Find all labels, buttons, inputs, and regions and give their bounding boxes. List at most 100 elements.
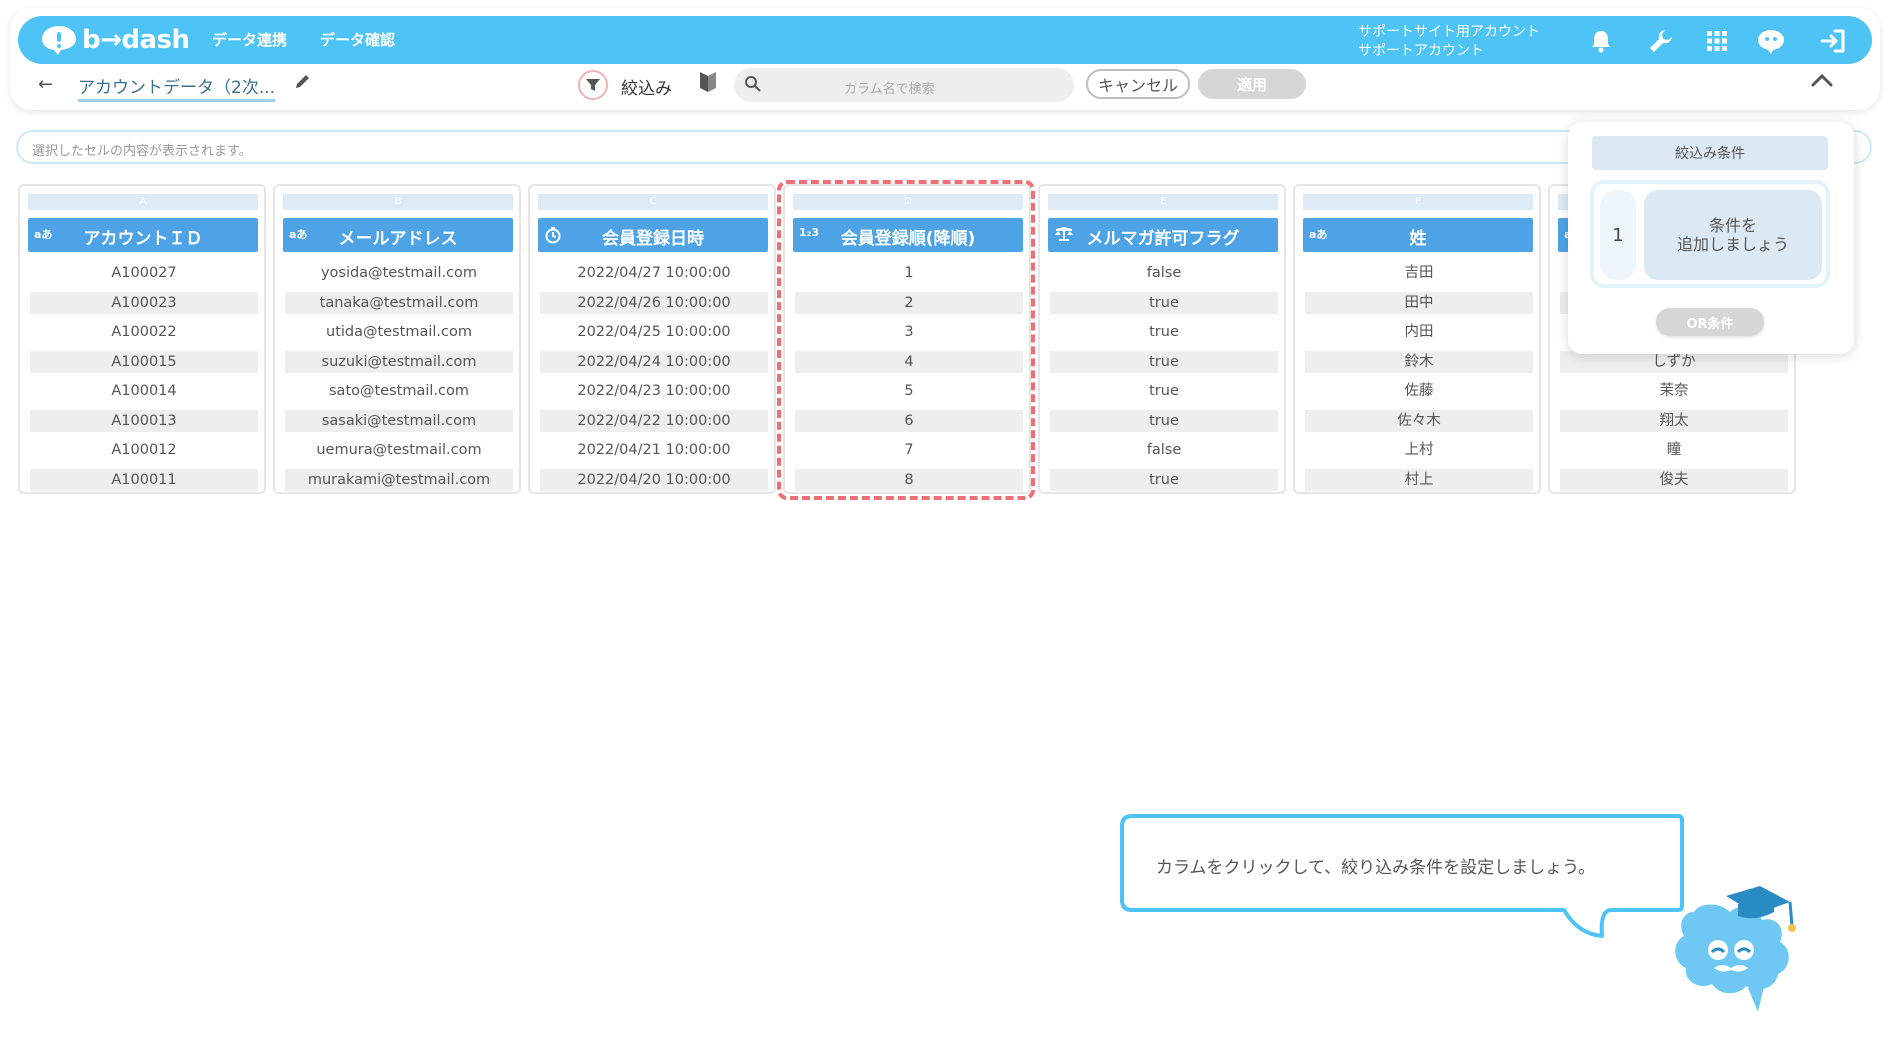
column-letter[interactable]: F [1303,194,1533,210]
table-cell[interactable]: sato@testmail.com [285,380,513,402]
table-cell[interactable]: A100011 [30,468,258,491]
table-cell[interactable]: A100013 [30,409,258,432]
table-cell[interactable]: 俊夫 [1560,468,1788,491]
support-mascot-icon[interactable] [1756,26,1786,56]
table-cell[interactable]: true [1050,409,1278,432]
table-cell[interactable]: sasaki@testmail.com [285,409,513,432]
table-cell[interactable]: A100014 [30,380,258,402]
search-icon [744,75,762,97]
back-arrow-icon[interactable]: ← [38,74,53,95]
table-cell[interactable]: utida@testmail.com [285,321,513,343]
table-cell[interactable]: 吉田 [1305,262,1533,284]
table-cell[interactable]: murakami@testmail.com [285,468,513,491]
table-cell[interactable]: 2022/04/20 10:00:00 [540,468,768,491]
table-cell[interactable]: A100023 [30,291,258,314]
table-cell[interactable]: 2022/04/22 10:00:00 [540,409,768,432]
column-header[interactable]: aあ姓 [1303,218,1533,252]
table-column-b[interactable]: Baあ メールアドレス yosida@testmail.com tanaka@test… [273,184,521,494]
apply-button[interactable]: 適用 [1198,69,1306,99]
column-letter[interactable]: C [538,194,768,210]
table-column-f[interactable]: Faあ姓吉田田中内田鈴木佐藤佐々木上村村上 [1293,184,1541,494]
condition-group-number: 1 [1600,190,1636,280]
table-cell[interactable]: true [1050,350,1278,373]
column-title: メールアドレス [338,229,458,249]
table-cell[interactable]: tanaka@testmail.com [285,291,513,314]
tutorial-message: カラムをクリックして、絞り込み条件を設定しましょう。 [1156,858,1596,878]
column-search-input[interactable]: カラム名で検索 [734,68,1074,102]
table-cell[interactable]: 佐藤 [1305,380,1533,402]
add-condition-line1: 条件を [1708,216,1757,235]
table-cell[interactable]: yosida@testmail.com [285,262,513,284]
logo-bubble-icon [42,26,76,55]
column-title: メルマガ許可フラグ [1086,229,1240,249]
account-user: サポートアカウント [1358,43,1484,59]
table-cell[interactable]: A100022 [30,321,258,343]
table-column-c[interactable]: C 会員登録日時 2022/04/27 10:00:00 2022/04/26 10:… [528,184,776,494]
table-cell[interactable]: 村上 [1305,468,1533,491]
table-cell[interactable]: 2022/04/26 10:00:00 [540,291,768,314]
wrench-icon[interactable] [1646,26,1676,56]
table-cell[interactable]: 田中 [1305,291,1533,314]
nav-link-data-check[interactable]: データ確認 [320,29,395,50]
apps-grid-icon[interactable] [1702,26,1732,56]
table-cell[interactable]: 上村 [1305,439,1533,461]
mascot-character [1675,886,1796,1012]
bell-icon[interactable] [1586,26,1616,56]
table-cell[interactable]: 2022/04/21 10:00:00 [540,439,768,461]
table-cell[interactable]: 2022/04/25 10:00:00 [540,321,768,343]
account-info[interactable]: サポートサイト用アカウント サポートアカウント [1358,23,1540,61]
table-cell[interactable]: 2022/04/24 10:00:00 [540,350,768,373]
table-column-e[interactable]: E メルマガ許可フラグ false true true true true true false… [1038,184,1286,494]
table-cell[interactable]: 内田 [1305,321,1533,343]
column-letter[interactable]: B [283,194,513,210]
nav-link-data-integration[interactable]: データ連携 [212,29,287,50]
tutorial-speech-bubble [1120,814,1684,938]
column-title: 姓 [1409,229,1427,249]
table-cell[interactable]: A100015 [30,350,258,373]
table-cell[interactable]: 2022/04/27 10:00:00 [540,262,768,284]
column-letter[interactable]: A [28,194,258,210]
logout-icon[interactable] [1818,26,1848,56]
filter-condition-title: 絞込み条件 [1592,136,1828,170]
filter-condition-panel: 絞込み条件 1 条件を 追加しましょう OR条件 [1568,122,1854,354]
column-header[interactable]: aあ アカウントＩＤ [28,218,258,252]
table-cell[interactable]: 翔太 [1560,409,1788,432]
table-cell[interactable]: false [1050,439,1278,461]
table-cell[interactable]: true [1050,291,1278,314]
account-name: サポートサイト用アカウント [1358,24,1540,40]
table-cell[interactable]: uemura@testmail.com [285,439,513,461]
table-cell[interactable]: 茉奈 [1560,380,1788,402]
column-letter[interactable]: E [1048,194,1278,210]
table-cell[interactable]: true [1050,321,1278,343]
cancel-button[interactable]: キャンセル [1086,69,1190,99]
table-cell[interactable]: true [1050,468,1278,491]
search-placeholder: カラム名で検索 [844,82,935,97]
table-cell[interactable]: 佐々木 [1305,409,1533,432]
app-header: b→dash データ連携 データ確認 サポートサイト用アカウント サポートアカウ… [10,8,1880,110]
logo-text: b→dash [82,25,190,55]
data-toolbar: ← アカウントデータ（2次... 絞込み カラム名で検索 キャンセル 適用 [18,64,1872,106]
table-cell[interactable]: 瞳 [1560,439,1788,461]
table-cell[interactable]: suzuki@testmail.com [285,350,513,373]
beginner-mark-icon[interactable] [698,70,718,98]
column-header[interactable]: 会員登録日時 [538,218,768,252]
table-cell[interactable]: A100027 [30,262,258,284]
highlight-column-d [777,180,1035,500]
or-condition-button[interactable]: OR条件 [1656,308,1764,336]
column-header[interactable]: aあ メールアドレス [283,218,513,252]
table-title: アカウントデータ（2次... [78,73,276,102]
chevron-up-icon[interactable] [1810,72,1834,92]
table-cell[interactable]: A100012 [30,439,258,461]
table-cell[interactable]: 鈴木 [1305,350,1533,373]
column-header[interactable]: メルマガ許可フラグ [1048,218,1278,252]
add-condition-area[interactable]: 条件を 追加しましょう [1644,190,1822,280]
table-cell[interactable]: 2022/04/23 10:00:00 [540,380,768,402]
table-column-a[interactable]: Aaあ アカウントＩＤ A100027 A100023 A100022 A100015 A1… [18,184,266,494]
filter-label: 絞込み [621,79,672,99]
edit-pencil-icon[interactable] [294,72,312,94]
table-cell[interactable]: true [1050,380,1278,402]
table-cell[interactable]: false [1050,262,1278,284]
filter-icon[interactable] [578,70,608,100]
global-nav-bar: b→dash データ連携 データ確認 サポートサイト用アカウント サポートアカウ… [18,16,1872,64]
app-logo[interactable]: b→dash [40,22,190,58]
